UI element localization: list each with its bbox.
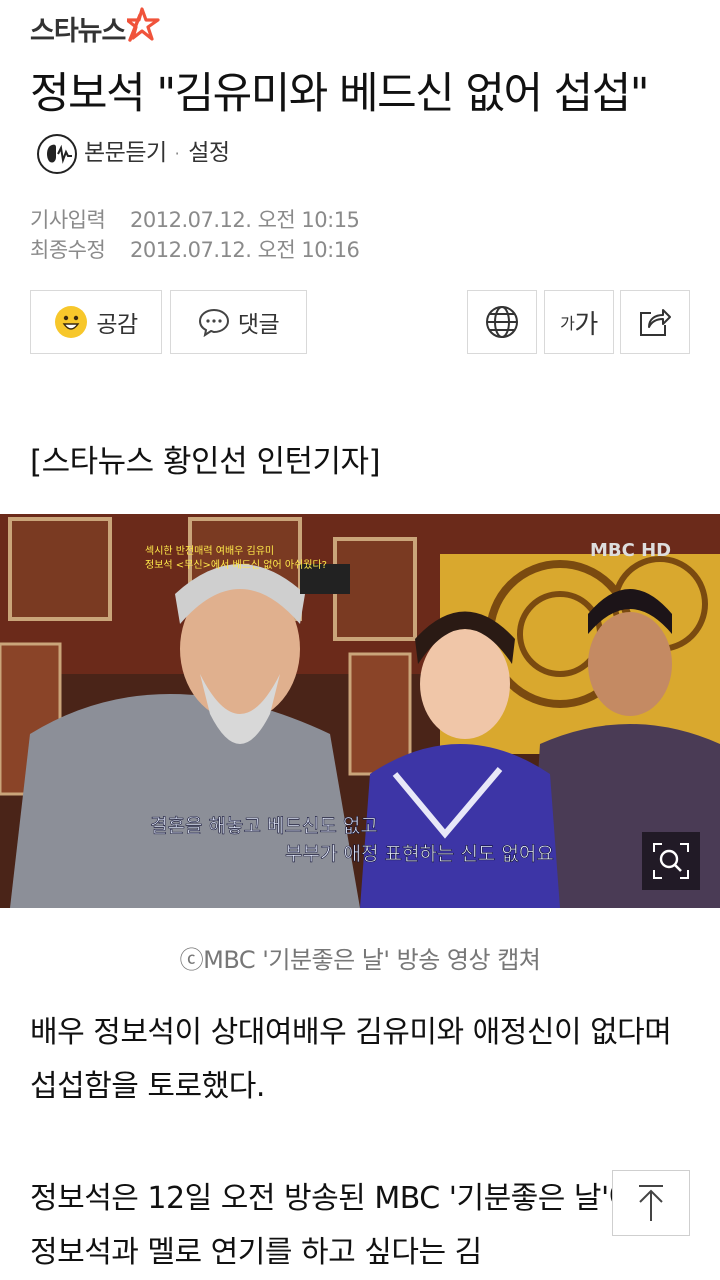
translate-button[interactable] <box>467 290 537 354</box>
star-logo-icon <box>127 7 160 42</box>
photo-subtitle-1: 결혼을 해놓고 베드신도 없고 <box>150 815 378 837</box>
article-title: 정보석 "김유미와 베드신 없어 섭섭" 본문듣기 · 설정 <box>30 64 702 188</box>
photo-top-caption-1: 섹시한 반전매력 여배우 김유미 <box>145 545 274 557</box>
article-photo[interactable]: 섹시한 반전매력 여배우 김유미 정보석 <무신>에서 베드신 없어 아쉬웠다?… <box>0 514 720 908</box>
globe-icon <box>486 306 518 338</box>
published-date: 기사입력 2012.07.12. 오전 10:15 <box>30 204 360 234</box>
like-button[interactable]: 공감 <box>30 290 162 354</box>
body-paragraph-1: 배우 정보석이 상대여배우 김유미와 애정신이 없다며 섭섭함을 토로했다. <box>30 1015 672 1104</box>
modified-key: 최종수정 <box>30 238 106 262</box>
font-size-small-label: 가 <box>560 314 575 333</box>
zoom-icon <box>653 843 689 879</box>
tts-icon[interactable] <box>36 133 78 175</box>
scroll-top-button[interactable] <box>612 1170 690 1236</box>
article-title-text: 정보석 "김유미와 베드신 없어 섭섭" <box>30 69 650 119</box>
broadcaster-logo: MBC HD <box>590 540 671 561</box>
photo-subtitle-2: 부부가 애정 표현하는 신도 없어요 <box>285 843 554 865</box>
tts-listen-button[interactable]: 본문듣기 <box>84 123 167 184</box>
site-logo[interactable]: 스타뉴스 <box>30 6 161 50</box>
scroll-top-arrow-icon <box>639 1185 663 1221</box>
photo-zoom-button[interactable] <box>642 832 700 890</box>
comment-label: 댓글 <box>237 312 280 338</box>
photo-top-caption-2: 정보석 <무신>에서 베드신 없어 아쉬웠다? <box>145 558 327 571</box>
body-paragraph-2: 정보석은 12일 오전 방송된 MBC '기분좋은 날'에서 정보석과 멜로 연… <box>30 1181 663 1270</box>
like-label: 공감 <box>96 312 138 338</box>
published-key: 기사입력 <box>30 208 106 232</box>
byline: [스타뉴스 황인선 인턴기자] <box>30 444 381 480</box>
share-icon <box>640 309 671 336</box>
font-size-large-label: 가 <box>574 309 598 340</box>
logo-text: 스타뉴스 <box>30 15 126 47</box>
smile-emoji-icon <box>55 306 88 338</box>
comment-bubble-icon <box>198 308 229 337</box>
modified-date: 최종수정 2012.07.12. 오전 10:16 <box>30 234 360 264</box>
photo-illustration: 섹시한 반전매력 여배우 김유미 정보석 <무신>에서 베드신 없어 아쉬웠다?… <box>0 514 720 908</box>
font-size-button[interactable]: 가가 <box>544 290 614 354</box>
published-value: 2012.07.12. 오전 10:15 <box>130 208 360 232</box>
comment-button[interactable]: 댓글 <box>170 290 307 354</box>
share-button[interactable] <box>620 290 690 354</box>
photo-credit: ⓒMBC '기분좋은 날' 방송 영상 캡쳐 <box>179 946 541 974</box>
tts-separator: · <box>174 144 180 163</box>
tts-controls: 본문듣기 · 설정 <box>36 123 230 184</box>
tts-settings-button[interactable]: 설정 <box>188 123 230 184</box>
modified-value: 2012.07.12. 오전 10:16 <box>130 238 360 262</box>
